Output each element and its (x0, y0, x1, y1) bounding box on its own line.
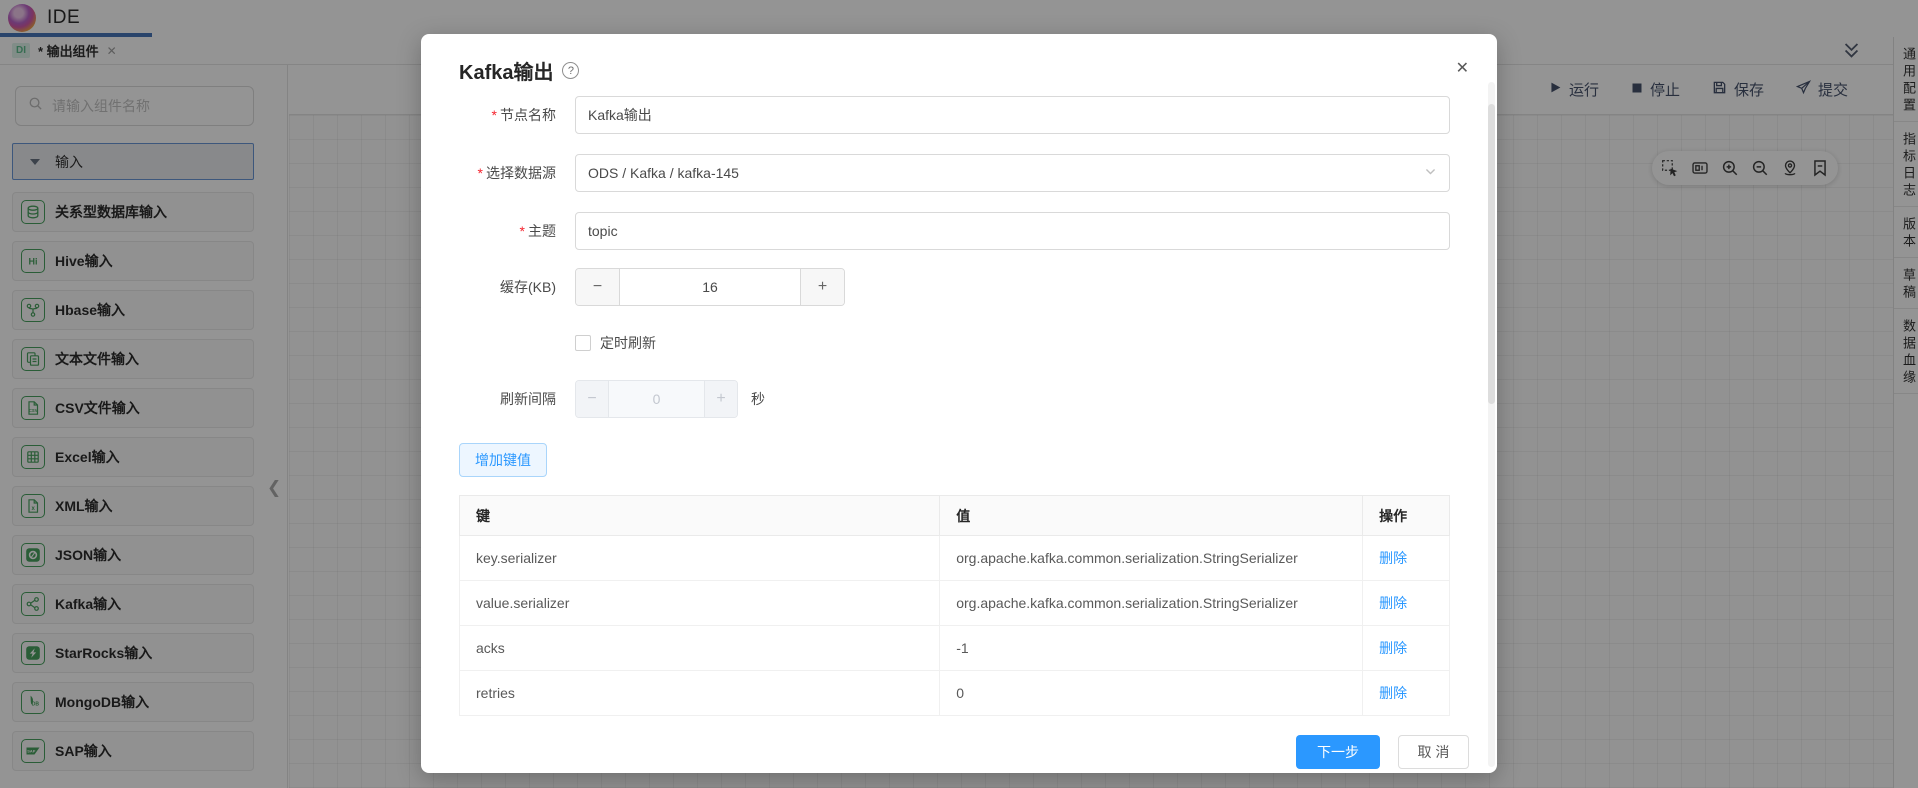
add-keyvalue-button[interactable]: 增加键值 (459, 443, 547, 477)
table-row: key.serializer org.apache.kafka.common.se… (458, 535, 1450, 581)
buffer-stepper: − 16 + (575, 268, 845, 306)
table-row: retries 0 删除 (458, 670, 1450, 716)
cancel-button[interactable]: 取 消 (1398, 735, 1469, 769)
buffer-label: 缓存(KB) (500, 279, 556, 295)
node-name-input[interactable] (575, 96, 1450, 134)
chevron-down-icon (1424, 165, 1437, 181)
row-value: org.apache.kafka.common.serialization.St… (939, 535, 1364, 581)
table-row: value.serializer org.apache.kafka.common.… (458, 580, 1450, 626)
kafka-output-modal: Kafka输出 ? ✕ *节点名称 *选择数据源 ODS / Kafka / k… (421, 34, 1497, 773)
interval-value: 0 (609, 381, 704, 417)
datasource-select[interactable]: ODS / Kafka / kafka-145 (575, 154, 1450, 192)
help-icon[interactable]: ? (562, 62, 580, 79)
table-header-cell: 键 (458, 495, 941, 536)
delete-link[interactable]: 删除 (1379, 640, 1407, 656)
timed-refresh-checkbox[interactable] (575, 335, 591, 351)
row-value: org.apache.kafka.common.serialization.St… (939, 580, 1364, 626)
interval-unit: 秒 (751, 391, 765, 407)
row-key: value.serializer (458, 580, 941, 626)
table-header-row: 键值操作 (458, 495, 1450, 536)
interval-stepper: − 0 + (575, 380, 738, 418)
timed-refresh-label: 定时刷新 (600, 335, 656, 351)
datasource-label: * 选择数据源 (477, 165, 556, 181)
row-key: key.serializer (458, 535, 941, 581)
modal-scrollbar-thumb[interactable] (1488, 104, 1495, 404)
row-key: acks (458, 625, 941, 671)
next-step-button[interactable]: 下一步 (1296, 735, 1380, 769)
plus-button: + (704, 381, 737, 417)
table-row: acks -1 删除 (458, 625, 1450, 671)
row-key: retries (458, 670, 941, 716)
table-header-cell: 操作 (1362, 495, 1450, 536)
delete-link[interactable]: 删除 (1379, 595, 1407, 611)
row-value: 0 (939, 670, 1364, 716)
plus-button[interactable]: + (800, 269, 844, 305)
modal-title: Kafka输出 (459, 62, 554, 84)
minus-button: − (576, 381, 609, 417)
topic-label: * 主题 (519, 223, 556, 239)
modal-close-icon[interactable]: ✕ (1456, 58, 1469, 78)
interval-label: 刷新间隔 (500, 391, 556, 407)
node-name-label: * 节点名称 (491, 107, 556, 123)
keyvalue-table: 键值操作 key.serializer org.apache.kafka.comm… (458, 495, 1450, 716)
buffer-value[interactable]: 16 (620, 269, 800, 305)
minus-button[interactable]: − (576, 269, 620, 305)
delete-link[interactable]: 删除 (1379, 550, 1407, 566)
topic-input[interactable] (575, 212, 1450, 250)
row-value: -1 (939, 625, 1364, 671)
delete-link[interactable]: 删除 (1379, 685, 1407, 701)
table-header-cell: 值 (939, 495, 1364, 536)
